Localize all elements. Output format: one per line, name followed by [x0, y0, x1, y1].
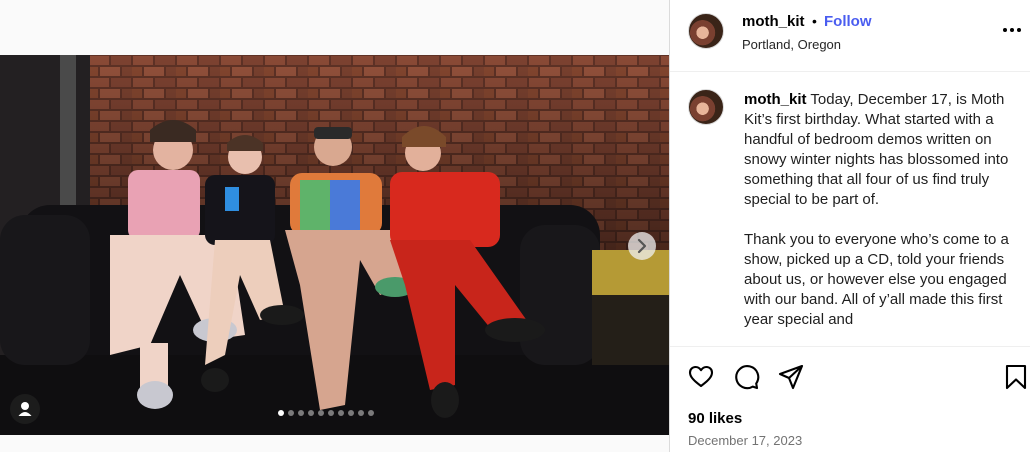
follow-button[interactable]: Follow	[824, 13, 872, 30]
carousel-dot[interactable]	[368, 410, 374, 416]
carousel-dot[interactable]	[298, 410, 304, 416]
carousel-dot[interactable]	[358, 410, 364, 416]
separator-dot: •	[812, 13, 817, 29]
save-button[interactable]	[1002, 363, 1030, 391]
carousel-dot[interactable]	[348, 410, 354, 416]
carousel-dot[interactable]	[288, 410, 294, 416]
author-username[interactable]: moth_kit	[742, 13, 805, 30]
caption-paragraph-1: moth_kit Today, December 17, is Moth Kit…	[744, 90, 1016, 210]
header-divider	[670, 71, 1030, 72]
user-tag-icon	[18, 402, 32, 416]
user-tags-button[interactable]	[10, 394, 40, 424]
like-button[interactable]	[687, 363, 715, 391]
carousel-next-button[interactable]	[628, 232, 656, 260]
share-button[interactable]	[777, 363, 805, 391]
carousel-dot[interactable]	[328, 410, 334, 416]
carousel-dot[interactable]	[338, 410, 344, 416]
media-pane	[0, 0, 669, 452]
caption-avatar[interactable]	[688, 89, 724, 125]
caption-username[interactable]: moth_kit	[744, 91, 807, 108]
author-avatar[interactable]	[688, 13, 724, 49]
caption-paragraph-2: Thank you to everyone who’s come to a sh…	[744, 230, 1016, 330]
post-photo[interactable]	[0, 55, 669, 435]
actions-divider	[670, 346, 1030, 347]
caption-text-2: Thank you to everyone who’s come to a sh…	[744, 231, 1009, 328]
share-icon	[778, 364, 804, 390]
comment-button[interactable]	[732, 363, 760, 391]
more-options-button[interactable]	[998, 16, 1026, 44]
more-options-icon	[1003, 28, 1021, 32]
band-photo-illustration	[0, 55, 669, 435]
chevron-right-icon	[637, 238, 647, 254]
post-info-pane: moth_kit • Follow Portland, Oregon moth_…	[670, 0, 1030, 452]
post-date[interactable]: December 17, 2023	[688, 433, 802, 448]
comment-icon	[735, 365, 760, 390]
caption-text-1: Today, December 17, is Moth Kit’s first …	[744, 91, 1009, 208]
caption: moth_kit Today, December 17, is Moth Kit…	[744, 90, 1016, 347]
carousel-dot[interactable]	[318, 410, 324, 416]
carousel-indicator	[278, 410, 374, 418]
heart-icon	[688, 365, 714, 388]
bookmark-icon	[1005, 364, 1027, 390]
likes-count[interactable]: 90 likes	[688, 410, 742, 427]
carousel-dot[interactable]	[278, 410, 284, 416]
location-link[interactable]: Portland, Oregon	[742, 37, 841, 52]
carousel-dot[interactable]	[308, 410, 314, 416]
